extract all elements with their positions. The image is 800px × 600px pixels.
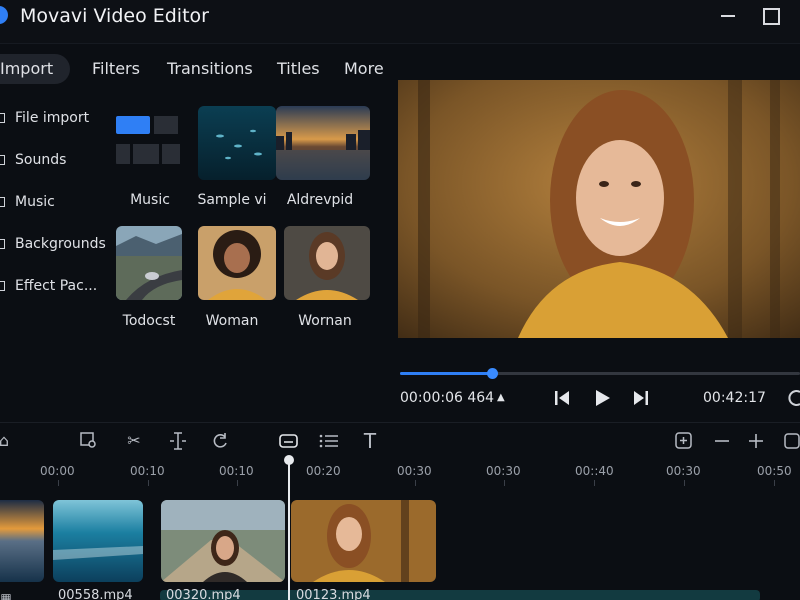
tab-import[interactable]: Import	[0, 54, 70, 84]
playhead-handle[interactable]	[284, 455, 294, 465]
effects-icon	[0, 281, 5, 291]
sidebar-item-label: Backgrounds	[15, 236, 106, 252]
ruler-label: 00:30	[486, 464, 521, 478]
zoom-in-icon[interactable]	[746, 431, 766, 451]
media-thumb-woman-1[interactable]	[198, 226, 276, 300]
zoom-out-icon[interactable]	[712, 431, 732, 451]
media-label: Wornan	[298, 313, 352, 329]
tab-more[interactable]: More	[344, 54, 384, 84]
timeline-clip-ocean[interactable]	[53, 500, 143, 582]
minimize-button[interactable]	[716, 4, 740, 26]
audio-track[interactable]	[160, 590, 760, 600]
crop-icon[interactable]	[78, 431, 98, 451]
play-icon[interactable]	[592, 388, 612, 408]
ruler-tick	[774, 480, 775, 486]
ruler-label: 00:10	[219, 464, 254, 478]
ruler-tick	[684, 480, 685, 486]
media-label: Sample vi	[197, 192, 267, 208]
media-label: Todocst	[122, 313, 176, 329]
clip-name: 00558.mp4	[58, 588, 133, 600]
sidebar-item-music[interactable]: Music	[0, 191, 110, 215]
text-icon[interactable]: T	[360, 431, 380, 451]
sound-icon	[0, 155, 5, 165]
timeline-clip-sunset[interactable]	[0, 500, 44, 582]
sidebar-item-label: Effect Pac...	[15, 278, 98, 294]
timeline-clip-woman-road[interactable]	[161, 500, 285, 582]
ruler-label: 00:10	[130, 464, 165, 478]
list-icon[interactable]	[318, 431, 338, 451]
ruler-label: 00:30	[397, 464, 432, 478]
media-label: Music	[130, 192, 170, 208]
music-icon	[0, 197, 5, 207]
fit-timeline-icon[interactable]	[782, 431, 800, 451]
media-thumb-city[interactable]	[276, 106, 370, 180]
subtitle-icon[interactable]	[279, 431, 299, 451]
clip-name: 00123.mp4	[296, 588, 371, 600]
sidebar-item-file-import[interactable]: File import	[0, 107, 110, 131]
skip-forward-icon[interactable]	[631, 388, 651, 408]
add-track-icon[interactable]	[674, 431, 694, 451]
ruler-tick	[415, 480, 416, 486]
sidebar-item-label: File import	[15, 110, 90, 126]
maximize-button[interactable]	[758, 4, 782, 26]
playback-progress	[400, 372, 492, 375]
video-preview[interactable]	[398, 80, 800, 338]
title-bar: Movavi Video Editor	[0, 0, 800, 44]
ruler-tick	[58, 480, 59, 486]
track-icon: ▦	[0, 591, 12, 600]
ruler-tick	[148, 480, 149, 486]
total-time: 00:42:17	[703, 390, 766, 406]
ruler-tick	[237, 480, 238, 486]
tab-transitions[interactable]: Transitions	[167, 54, 253, 84]
file-icon	[0, 113, 5, 123]
ruler-label: 00::40	[575, 464, 614, 478]
tab-filters[interactable]: Filters	[92, 54, 140, 84]
sidebar-item-backgrounds[interactable]: Backgrounds	[0, 233, 110, 257]
media-label: Aldrevpid	[286, 192, 354, 208]
playhead[interactable]	[288, 462, 290, 600]
background-icon	[0, 239, 5, 249]
sidebar-item-sounds[interactable]: Sounds	[0, 149, 110, 173]
ruler-label: 00:20	[306, 464, 341, 478]
loop-icon[interactable]	[788, 388, 800, 408]
current-time: 00:00:06 464	[400, 390, 495, 406]
timecode-menu-icon[interactable]: ▲	[497, 392, 505, 403]
skip-back-icon[interactable]	[552, 388, 572, 408]
media-thumb-road[interactable]	[116, 226, 182, 300]
clip-name: 00320.mp4	[166, 588, 241, 600]
media-label: Woman	[205, 313, 259, 329]
playback-handle[interactable]	[487, 368, 498, 379]
ruler-tick	[504, 480, 505, 486]
ruler-label: 00:50	[757, 464, 792, 478]
home-icon[interactable]: ⌂	[0, 431, 14, 451]
app-logo-icon	[0, 6, 8, 24]
import-tabs: Import Filters Transitions Titles More	[0, 50, 390, 84]
ruler-label: 00:30	[666, 464, 701, 478]
scissors-icon[interactable]: ✂	[124, 431, 144, 451]
rotate-icon[interactable]	[210, 431, 230, 451]
tab-titles[interactable]: Titles	[277, 54, 320, 84]
media-thumb-woman-2[interactable]	[284, 226, 370, 300]
split-icon[interactable]	[168, 431, 188, 451]
sidebar-item-label: Music	[15, 194, 55, 210]
app-title: Movavi Video Editor	[20, 5, 209, 27]
ruler-label: 00:00	[40, 464, 75, 478]
ruler-tick	[594, 480, 595, 486]
timeline-clip-woman-autumn[interactable]	[291, 500, 436, 582]
sidebar-item-effect-packs[interactable]: Effect Pac...	[0, 275, 110, 299]
media-thumb-sample-video[interactable]	[198, 106, 276, 180]
media-thumb-music[interactable]	[116, 108, 182, 168]
sidebar-item-label: Sounds	[15, 152, 67, 168]
